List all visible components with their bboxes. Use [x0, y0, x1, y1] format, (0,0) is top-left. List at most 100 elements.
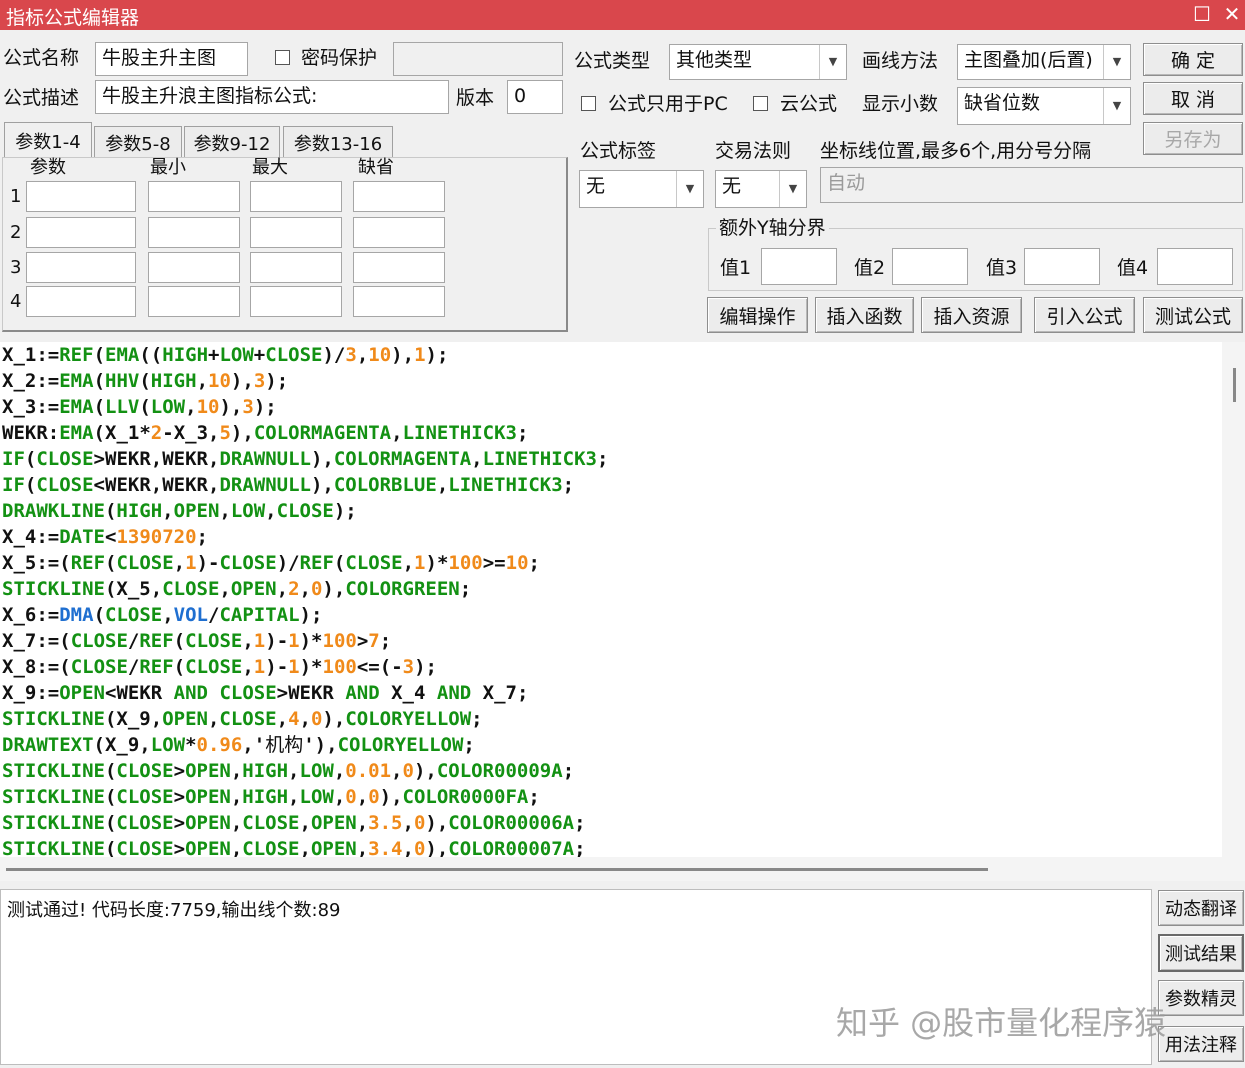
horizontal-scroll-thumb[interactable]	[6, 868, 988, 871]
tab-params-1-4[interactable]: 参数1-4	[4, 122, 92, 158]
code-line: STICKLINE(X_9,OPEN,CLOSE,4,0),COLORYELLO…	[2, 708, 483, 730]
name-input[interactable]: 牛股主升主图	[95, 42, 248, 76]
tab-params-13-16[interactable]: 参数13-16	[283, 126, 393, 158]
decimals-select[interactable]: 缺省位数 ▼	[957, 87, 1131, 125]
code-line: IF(CLOSE<WEKR,WEKR,DRAWNULL),COLORBLUE,L…	[2, 474, 575, 496]
trade-select[interactable]: 无 ▼	[715, 170, 807, 208]
chevron-down-icon[interactable]: ▼	[676, 171, 703, 207]
vertical-scrollbar[interactable]	[1222, 342, 1245, 857]
code-line: WEKR:EMA(X_1*2-X_3,5),COLORMAGENTA,LINET…	[2, 422, 529, 444]
decimals-select-value: 缺省位数	[964, 92, 1041, 114]
watermark: 知乎 @股市量化程序猿	[836, 1004, 1167, 1042]
tag-select[interactable]: 无 ▼	[579, 170, 704, 208]
code-line: X_6:=DMA(CLOSE,VOL/CAPITAL);	[2, 604, 323, 626]
param-header-name: 参数	[30, 157, 66, 178]
chevron-down-icon[interactable]: ▼	[1103, 88, 1130, 124]
param-4-name-input[interactable]	[26, 286, 136, 317]
code-line: STICKLINE(X_5,CLOSE,OPEN,2,0),COLORGREEN…	[2, 578, 472, 600]
usage-notes-button[interactable]: 用法注释	[1158, 1026, 1244, 1062]
param-row-number: 1	[10, 186, 22, 207]
test-formula-button[interactable]: 测试公式	[1143, 297, 1243, 333]
param-3-default-input[interactable]	[353, 252, 445, 283]
yaxis-value-4-input[interactable]	[1157, 248, 1233, 285]
password-checkbox[interactable]	[275, 50, 290, 65]
chevron-down-icon[interactable]: ▼	[1103, 45, 1130, 79]
code-line: STICKLINE(CLOSE>OPEN,HIGH,LOW,0.01,0),CO…	[2, 760, 575, 782]
edit-ops-button[interactable]: 编辑操作	[707, 297, 808, 333]
yaxis-title: 额外Y轴分界	[716, 216, 829, 240]
trade-label: 交易法则	[715, 140, 792, 162]
draw-select-value: 主图叠加(后置)	[964, 49, 1093, 71]
save-as-button[interactable]: 另存为	[1143, 122, 1243, 155]
close-icon[interactable]: ✕	[1220, 2, 1244, 26]
cloud-label: 云公式	[780, 93, 838, 115]
code-line: X_7:=(CLOSE/REF(CLOSE,1)-1)*100>7;	[2, 630, 392, 652]
ok-button[interactable]: 确 定	[1143, 43, 1243, 76]
result-text: 测试通过! 代码长度:7759,输出线个数:89	[7, 900, 341, 921]
cancel-button[interactable]: 取 消	[1143, 82, 1243, 115]
window-title: 指标公式编辑器	[6, 7, 140, 29]
param-1-default-input[interactable]	[353, 181, 445, 212]
version-input[interactable]: 0	[507, 80, 563, 114]
pc-only-checkbox[interactable]	[581, 96, 596, 111]
code-line: X_8:=(CLOSE/REF(CLOSE,1)-1)*100<=(-3);	[2, 656, 437, 678]
yaxis-label-3: 值3	[986, 257, 1018, 279]
code-line: STICKLINE(CLOSE>OPEN,CLOSE,OPEN,3.5,0),C…	[2, 812, 586, 834]
param-2-default-input[interactable]	[353, 217, 445, 248]
code-editor[interactable]: X_1:=REF(EMA((HIGH+LOW+CLOSE)/3,10),1); X…	[0, 342, 1222, 857]
password-input[interactable]	[393, 42, 563, 76]
tag-label: 公式标签	[580, 140, 657, 162]
param-header-max: 最大	[252, 157, 288, 178]
test-result-button[interactable]: 测试结果	[1158, 934, 1244, 972]
param-wizard-button[interactable]: 参数精灵	[1158, 980, 1244, 1016]
param-1-min-input[interactable]	[148, 181, 240, 212]
import-formula-button[interactable]: 引入公式	[1034, 297, 1135, 333]
param-2-max-input[interactable]	[250, 217, 342, 248]
param-2-name-input[interactable]	[26, 217, 136, 248]
tab-params-5-8[interactable]: 参数5-8	[94, 126, 182, 158]
type-select[interactable]: 其他类型 ▼	[669, 44, 847, 80]
desc-input[interactable]: 牛股主升浪主图指标公式:	[95, 80, 449, 114]
desc-label: 公式描述	[3, 87, 80, 109]
code-line: X_5:=(REF(CLOSE,1)-CLOSE)/REF(CLOSE,1)*1…	[2, 552, 540, 574]
version-label: 版本	[456, 87, 495, 109]
cloud-checkbox[interactable]	[753, 96, 768, 111]
yaxis-label-2: 值2	[854, 257, 886, 279]
param-1-max-input[interactable]	[250, 181, 342, 212]
param-row-number: 2	[10, 222, 22, 243]
coord-input[interactable]: 自动	[820, 167, 1243, 203]
chevron-down-icon[interactable]: ▼	[819, 45, 846, 79]
param-4-max-input[interactable]	[250, 286, 342, 317]
param-header-min: 最小	[150, 157, 186, 178]
draw-label: 画线方法	[862, 50, 939, 72]
yaxis-label-1: 值1	[720, 257, 752, 279]
code-line: IF(CLOSE>WEKR,WEKR,DRAWNULL),COLORMAGENT…	[2, 448, 609, 470]
param-4-default-input[interactable]	[353, 286, 445, 317]
code-line: X_3:=EMA(LLV(LOW,10),3);	[2, 396, 277, 418]
decimals-label: 显示小数	[862, 93, 939, 115]
type-select-value: 其他类型	[676, 49, 753, 71]
chevron-down-icon[interactable]: ▼	[779, 171, 806, 207]
yaxis-value-1-input[interactable]	[761, 248, 837, 285]
tab-params-9-12[interactable]: 参数9-12	[184, 126, 280, 158]
title-bar: 指标公式编辑器 ☐ ✕	[0, 0, 1245, 30]
type-label: 公式类型	[574, 50, 651, 72]
dynamic-translate-button[interactable]: 动态翻译	[1158, 890, 1244, 926]
maximize-icon[interactable]: ☐	[1190, 2, 1214, 26]
param-1-name-input[interactable]	[26, 181, 136, 212]
insert-resource-button[interactable]: 插入资源	[921, 297, 1022, 333]
vertical-scroll-thumb[interactable]	[1233, 368, 1236, 402]
param-row-number: 4	[10, 291, 22, 312]
yaxis-value-2-input[interactable]	[892, 248, 968, 285]
yaxis-value-3-input[interactable]	[1024, 248, 1100, 285]
param-4-min-input[interactable]	[148, 286, 240, 317]
param-2-min-input[interactable]	[148, 217, 240, 248]
draw-select[interactable]: 主图叠加(后置) ▼	[957, 44, 1131, 80]
param-3-min-input[interactable]	[148, 252, 240, 283]
insert-function-button[interactable]: 插入函数	[815, 297, 914, 333]
code-line: DRAWKLINE(HIGH,OPEN,LOW,CLOSE);	[2, 500, 357, 522]
param-3-max-input[interactable]	[250, 252, 342, 283]
param-row-number: 3	[10, 257, 22, 278]
trade-select-value: 无	[722, 175, 742, 197]
param-3-name-input[interactable]	[26, 252, 136, 283]
